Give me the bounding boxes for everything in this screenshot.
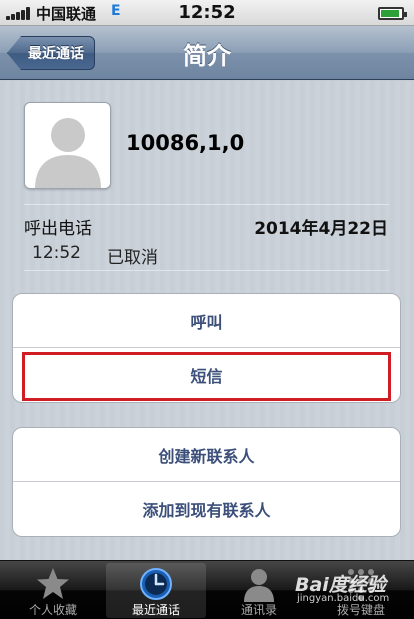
contact-actions-group: 创建新联系人 添加到现有联系人 — [12, 427, 401, 537]
call-date: 2014年4月22日 — [254, 219, 388, 239]
call-time: 12:52 — [32, 243, 81, 263]
watermark-url: jingyan.baidu.com — [297, 593, 390, 604]
star-icon — [37, 568, 69, 599]
person-icon — [244, 569, 274, 602]
person-silhouette-icon — [35, 118, 101, 188]
tab-favorites[interactable]: 个人收藏 — [3, 563, 103, 618]
battery-icon — [378, 7, 407, 20]
call-status: 已取消 — [107, 248, 158, 268]
contact-name: 10086,1,0 — [126, 131, 245, 155]
divider — [24, 270, 389, 271]
navigation-bar: 最近通话 简介 — [0, 26, 414, 80]
call-button[interactable]: 呼叫 — [13, 294, 400, 348]
status-clock: 12:52 — [178, 2, 236, 23]
create-new-contact-button[interactable]: 创建新联系人 — [13, 428, 400, 482]
tab-recents[interactable]: 最近通话 — [106, 563, 206, 618]
status-bar: 中国联通 E 12:52 — [0, 0, 414, 26]
contact-info-content: 10086,1,0 呼出电话 2014年4月22日 12:52 已取消 呼叫 短… — [0, 81, 414, 560]
tab-label: 最近通话 — [131, 603, 180, 617]
avatar[interactable] — [24, 102, 111, 189]
call-type-label: 呼出电话 — [24, 219, 92, 239]
clock-icon — [140, 568, 172, 600]
highlight-annotation-box — [22, 352, 391, 401]
tab-label: 个人收藏 — [28, 603, 77, 617]
tab-label: 通讯录 — [240, 603, 277, 617]
divider — [24, 204, 389, 205]
tab-contacts[interactable]: 通讯录 — [209, 563, 309, 618]
add-to-existing-contact-button[interactable]: 添加到现有联系人 — [13, 482, 400, 536]
page-title: 简介 — [183, 42, 231, 70]
